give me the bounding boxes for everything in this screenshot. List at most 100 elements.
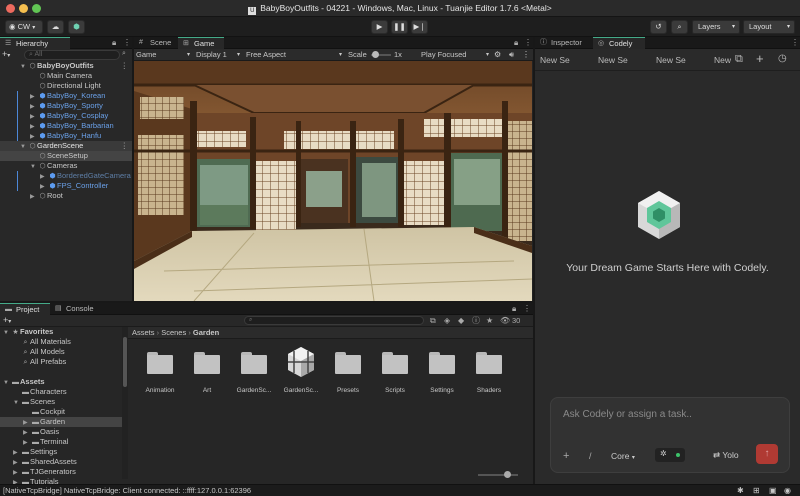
stats-icon[interactable]: ⋮	[522, 49, 530, 61]
project-tree-row[interactable]: ▬Characters	[0, 387, 122, 397]
project-search-input[interactable]: ⌕	[244, 316, 424, 325]
lock-icon[interactable]: 🔒︎	[112, 37, 116, 49]
tree-scrollbar[interactable]	[122, 327, 128, 479]
cache-icon[interactable]: ▣	[769, 485, 777, 496]
account-button[interactable]: ◉ CW ▾	[5, 20, 43, 34]
folder-asset[interactable]	[186, 352, 228, 374]
lock-icon[interactable]: 🔒︎	[512, 303, 516, 315]
hierarchy-row[interactable]: ▶ ⬢BabyBoy_Sporty	[0, 101, 132, 111]
lock-icon[interactable]: 🔒︎	[514, 37, 518, 49]
favorite-star-icon[interactable]: ★	[486, 315, 493, 326]
hidden-packages-icon[interactable]: 👁︎	[500, 315, 510, 326]
create-add-button[interactable]: +▾	[2, 50, 22, 60]
history-icon[interactable]: ◷	[778, 53, 787, 64]
game-mode-dropdown[interactable]: Game ▾	[136, 49, 190, 61]
project-tree-row[interactable]: ▬Cockpit	[0, 407, 122, 417]
search-scope-icon[interactable]: ⧉	[430, 315, 436, 326]
attach-button[interactable]: +	[563, 450, 569, 462]
panel-menu-icon[interactable]: ⋮	[123, 37, 131, 49]
aspect-dropdown[interactable]: Free Aspect ▾	[246, 49, 342, 61]
project-tree-row[interactable]: ▼ ▬Assets	[0, 377, 122, 387]
panel-menu-icon[interactable]: ⋮	[791, 37, 799, 49]
mode-dropdown[interactable]: Core ▾	[611, 451, 635, 461]
hierarchy-row[interactable]: ▶ ⬡Root	[0, 191, 132, 201]
services-button[interactable]: ⬢	[68, 20, 85, 34]
folder-asset[interactable]	[327, 352, 369, 374]
tab-project[interactable]: ▬ Project	[0, 303, 50, 315]
session-tab[interactable]: New	[714, 55, 731, 65]
yolo-toggle[interactable]: ⇄ Yolo	[713, 450, 739, 461]
hierarchy-row[interactable]: ⬡Main Camera	[0, 71, 132, 81]
codely-prompt-input[interactable]: Ask Codely or assign a task..	[563, 409, 773, 420]
project-tree-row[interactable]: ⌕ All Materials	[0, 337, 122, 347]
hierarchy-search-input[interactable]: ⌕ All	[24, 50, 120, 60]
open-external-icon[interactable]: ⧉	[735, 53, 743, 66]
folder-asset[interactable]	[468, 352, 510, 374]
display-dropdown[interactable]: Display 1 ▾	[196, 49, 240, 61]
game-viewport[interactable]	[134, 61, 532, 301]
model-selector[interactable]: ✲	[655, 448, 685, 462]
project-tree-row[interactable]	[0, 367, 122, 377]
scale-slider[interactable]	[371, 51, 391, 58]
session-tab[interactable]: New Se	[598, 55, 628, 65]
layout-dropdown[interactable]: Layout ▾	[743, 20, 795, 34]
tab-codely[interactable]: ◎ Codely	[593, 37, 645, 49]
search-button[interactable]: ⌕	[671, 20, 688, 34]
slash-command-button[interactable]: /	[589, 451, 592, 461]
tab-scene[interactable]: # Scene	[134, 37, 178, 49]
folder-asset[interactable]	[139, 352, 181, 374]
scene-asset[interactable]	[280, 347, 322, 380]
hierarchy-row[interactable]: ▼ ⬡GardenScene ⋮	[0, 141, 132, 151]
breadcrumb-scenes[interactable]: Scenes	[161, 328, 186, 337]
session-tab[interactable]: New Se	[656, 55, 686, 65]
send-button[interactable]: ↑	[756, 444, 778, 464]
expand-arrow-icon[interactable]: ▶	[30, 192, 38, 202]
tab-game[interactable]: ⊞ Game	[178, 37, 224, 49]
project-tree-row[interactable]: ▼ ★Favorites	[0, 327, 122, 337]
project-tree-row[interactable]: ▶ ▬SharedAssets	[0, 457, 122, 467]
breadcrumb-garden[interactable]: Garden	[193, 328, 219, 337]
audio-icon[interactable]: 🔊︎	[509, 49, 514, 61]
panel-menu-icon[interactable]: ⋮	[523, 303, 531, 315]
scene-menu-icon[interactable]: ⋮	[121, 141, 129, 151]
project-tree-row[interactable]: ▶ ▬Oasis	[0, 427, 122, 437]
hierarchy-row[interactable]: ▶ ⬢FPS_Controller	[0, 181, 132, 191]
scene-search-icon[interactable]: ⌕	[122, 50, 126, 58]
play-button[interactable]: ▶	[371, 20, 388, 34]
hierarchy-row[interactable]: ⬡Directional Light	[0, 81, 132, 91]
tab-console[interactable]: ▤ Console	[50, 303, 102, 315]
hierarchy-row[interactable]: ⬡SceneSetup	[0, 151, 132, 161]
project-tree-row[interactable]: ▶ ▬Tutorials	[0, 477, 122, 484]
info-icon[interactable]: ⓘ	[472, 315, 480, 326]
filter-label-icon[interactable]: ◆	[458, 315, 464, 326]
hierarchy-row[interactable]: ▶ ⬢BabyBoy_Cosplay	[0, 111, 132, 121]
hierarchy-row[interactable]: ▶ ⬢BabyBoy_Hanfu	[0, 131, 132, 141]
tree-scrollbar-thumb[interactable]	[123, 337, 127, 387]
session-tab[interactable]: New Se	[540, 55, 570, 65]
project-tree-row[interactable]: ▶ ▬Garden	[0, 417, 122, 427]
progress-icon[interactable]: ◉	[784, 485, 791, 496]
layers-dropdown[interactable]: Layers ▾	[692, 20, 740, 34]
project-tree-row[interactable]: ▶ ▬Settings	[0, 447, 122, 457]
step-button[interactable]: ▶❘	[411, 20, 428, 34]
hierarchy-row[interactable]: ▼ ⬡Cameras	[0, 161, 132, 171]
panel-menu-icon[interactable]: ⋮	[524, 37, 532, 49]
debug-icon[interactable]: ✱	[737, 485, 744, 496]
gizmo-settings-icon[interactable]: ⚙	[494, 49, 501, 61]
hierarchy-row[interactable]: ▶ ⬢BorderedGateCamera	[0, 171, 132, 181]
breadcrumb-assets[interactable]: Assets	[132, 328, 155, 337]
hierarchy-row[interactable]: ▼ ⬡BabyBoyOutfits ⋮	[0, 61, 132, 71]
scene-menu-icon[interactable]: ⋮	[121, 61, 129, 71]
tab-inspector[interactable]: ⓘ Inspector	[535, 37, 593, 49]
cloud-button[interactable]: ☁	[47, 20, 64, 34]
play-mode-dropdown[interactable]: Play Focused ▾	[421, 49, 489, 61]
icon-size-slider[interactable]	[478, 471, 518, 478]
project-tree-row[interactable]: ⌕ All Prefabs	[0, 357, 122, 367]
folder-asset[interactable]	[374, 352, 416, 374]
tab-hierarchy[interactable]: ☰ Hierarchy	[0, 37, 70, 49]
hierarchy-row[interactable]: ▶ ⬢BabyBoy_Barbarian	[0, 121, 132, 131]
undo-history-button[interactable]: ↺	[650, 20, 667, 34]
new-session-button[interactable]: +	[756, 51, 764, 66]
network-icon[interactable]: ⊞	[753, 485, 760, 496]
project-tree-row[interactable]: ▼ ▬Scenes	[0, 397, 122, 407]
